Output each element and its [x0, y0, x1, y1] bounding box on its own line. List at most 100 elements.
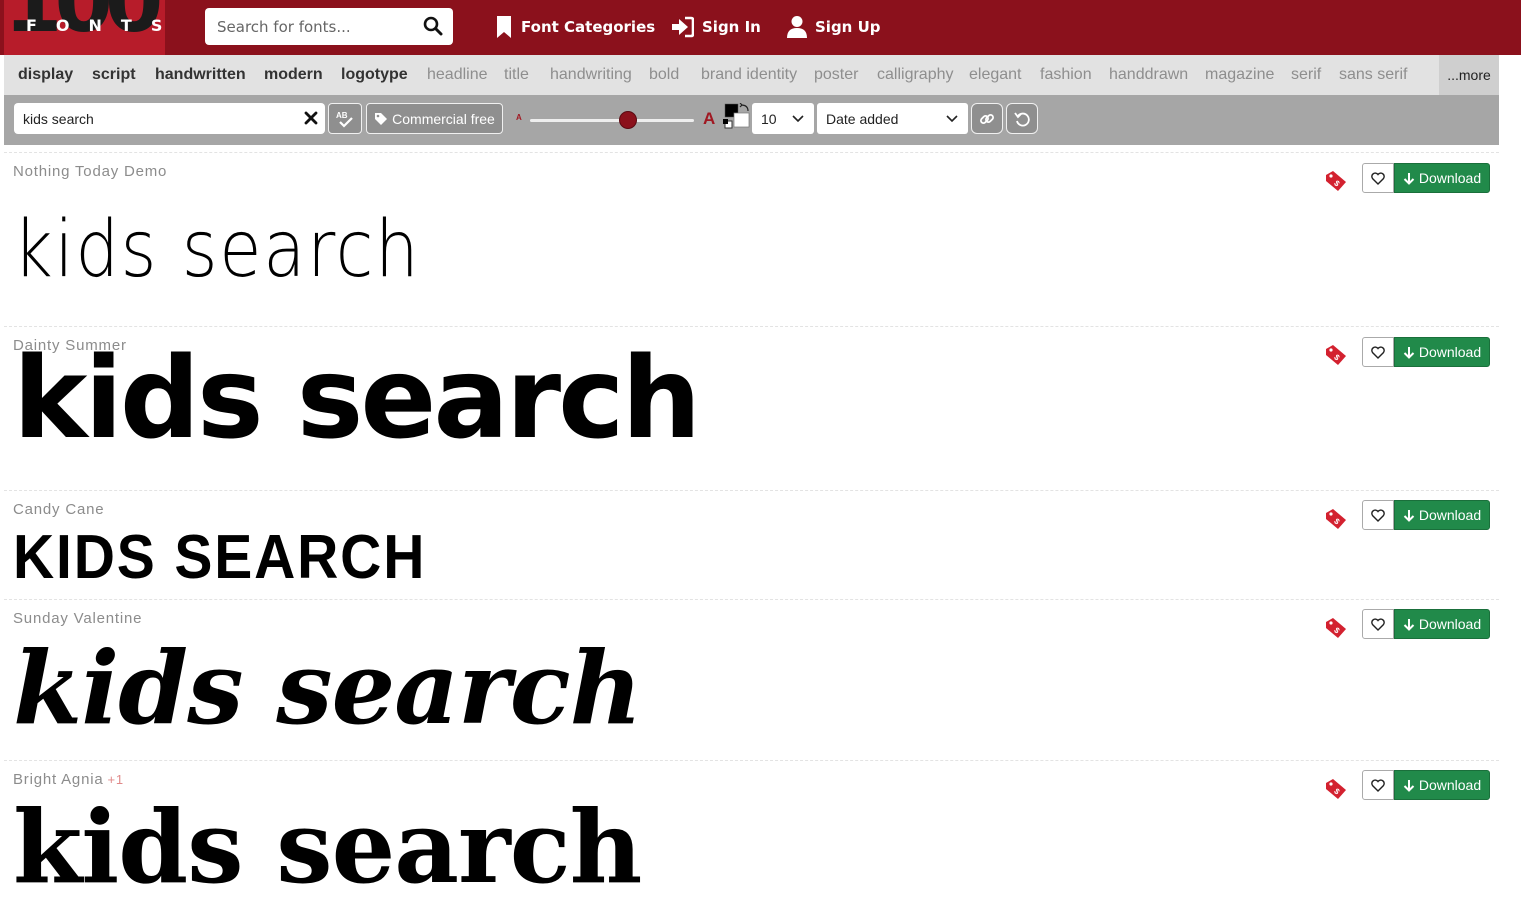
sort-select[interactable]: Date added: [817, 103, 968, 134]
tag-handwriting[interactable]: handwriting: [550, 66, 632, 84]
tag-elegant[interactable]: elegant: [969, 66, 1022, 84]
font-row: Bright Agnia +1 $ Download kids search: [4, 760, 1499, 897]
tag-display[interactable]: display: [18, 66, 73, 84]
link-icon: [980, 113, 994, 124]
search-icon[interactable]: [423, 16, 443, 36]
download-label: Download: [1418, 777, 1482, 793]
sort-value: Date added: [826, 110, 899, 127]
font-preview[interactable]: KIDS SEARCH: [13, 527, 426, 589]
download-label: Download: [1418, 170, 1482, 186]
arrow-down-icon: [1403, 172, 1415, 185]
tag-serif[interactable]: serif: [1291, 66, 1321, 84]
heart-icon: [1371, 508, 1385, 522]
font-row: Dainty Summer $ Download kids search: [4, 326, 1499, 490]
tag-headline[interactable]: headline: [427, 66, 488, 84]
arrow-down-icon: [1403, 618, 1415, 631]
heart-icon: [1371, 617, 1385, 631]
more-tags-button[interactable]: ...more: [1439, 55, 1499, 95]
arrow-down-icon: [1403, 779, 1415, 792]
favorite-button[interactable]: [1362, 500, 1394, 530]
font-name[interactable]: Candy Cane: [13, 501, 104, 518]
tag-modern[interactable]: modern: [264, 66, 323, 84]
download-label: Download: [1418, 507, 1482, 523]
tag-sans-serif[interactable]: sans serif: [1339, 66, 1407, 84]
category-tag-bar: display script handwritten modern logoty…: [4, 55, 1499, 95]
tag-handdrawn[interactable]: handdrawn: [1109, 66, 1188, 84]
heart-icon: [1371, 345, 1385, 359]
favorite-button[interactable]: [1362, 337, 1394, 367]
share-link-button[interactable]: [971, 103, 1003, 134]
tag-title[interactable]: title: [504, 66, 529, 84]
chevron-down-icon: [946, 115, 958, 123]
tag-brand-identity[interactable]: brand identity: [701, 66, 797, 84]
commercial-free-button[interactable]: Commercial free: [366, 103, 503, 134]
price-tag-icon[interactable]: $: [1324, 777, 1348, 801]
font-name-text: Bright Agnia: [13, 771, 104, 788]
chevron-down-icon: [792, 115, 804, 123]
spellcheck-button[interactable]: AB: [328, 103, 362, 134]
tag-handwritten[interactable]: handwritten: [155, 66, 246, 84]
tag-bold[interactable]: bold: [649, 66, 679, 84]
nav-sign-in[interactable]: Sign In: [670, 14, 761, 40]
price-tag-icon[interactable]: $: [1324, 169, 1348, 193]
nav-sign-in-label: Sign In: [702, 18, 761, 36]
download-label: Download: [1418, 344, 1482, 360]
arrow-down-icon: [1403, 346, 1415, 359]
font-row: Sunday Valentine $ Download kids search: [4, 599, 1499, 760]
favorite-button[interactable]: [1362, 163, 1394, 193]
clear-icon[interactable]: [303, 110, 319, 126]
price-tag-icon: [375, 112, 388, 125]
sign-in-icon: [672, 16, 694, 38]
color-swap-picker[interactable]: [722, 103, 752, 133]
size-big-label: A: [703, 109, 716, 128]
spellcheck-icon: AB: [336, 111, 353, 128]
tag-calligraphy[interactable]: calligraphy: [877, 66, 953, 84]
download-button[interactable]: Download: [1394, 770, 1490, 800]
preview-text-input[interactable]: [23, 109, 293, 129]
tag-magazine[interactable]: magazine: [1205, 66, 1274, 84]
filter-bar: AB Commercial free A A 10 Date added: [4, 95, 1499, 145]
top-navbar: 1001 FONTS Font Categories Sign In Sign …: [0, 0, 1521, 55]
site-logo[interactable]: 1001 FONTS: [4, 0, 165, 55]
favorite-button[interactable]: [1362, 609, 1394, 639]
logo-word: FONTS: [26, 16, 162, 35]
favorite-button[interactable]: [1362, 770, 1394, 800]
download-button[interactable]: Download: [1394, 609, 1490, 639]
download-button[interactable]: Download: [1394, 163, 1490, 193]
font-size-slider-track[interactable]: [530, 119, 694, 122]
site-search-input[interactable]: [217, 16, 413, 38]
nav-sign-up[interactable]: Sign Up: [787, 14, 881, 40]
undo-icon: [1014, 111, 1030, 126]
price-tag-icon[interactable]: $: [1324, 343, 1348, 367]
font-preview[interactable]: kids search: [13, 211, 420, 289]
price-tag-icon[interactable]: $: [1324, 616, 1348, 640]
font-count-badge: +1: [107, 772, 124, 787]
font-preview[interactable]: kids search: [13, 638, 642, 738]
font-preview[interactable]: kids search: [13, 797, 642, 897]
bookmark-icon: [497, 16, 511, 38]
tag-poster[interactable]: poster: [814, 66, 858, 84]
download-button[interactable]: Download: [1394, 500, 1490, 530]
font-row: Nothing Today Demo $ Download kids searc…: [4, 152, 1499, 326]
size-small-label: A: [516, 113, 522, 122]
heart-icon: [1371, 171, 1385, 185]
font-name[interactable]: Bright Agnia +1: [13, 771, 124, 788]
tag-logotype[interactable]: logotype: [341, 66, 408, 84]
user-icon: [787, 16, 807, 38]
per-page-select[interactable]: 10: [752, 103, 814, 134]
arrow-down-icon: [1403, 509, 1415, 522]
nav-sign-up-label: Sign Up: [815, 18, 881, 36]
font-name[interactable]: Sunday Valentine: [13, 610, 142, 627]
reset-button[interactable]: [1006, 103, 1038, 134]
font-row: Candy Cane $ Download KIDS SEARCH: [4, 490, 1499, 599]
nav-font-categories[interactable]: Font Categories: [495, 14, 655, 40]
download-button[interactable]: Download: [1394, 337, 1490, 367]
font-size-slider-handle[interactable]: [619, 111, 637, 129]
font-name[interactable]: Nothing Today Demo: [13, 163, 167, 180]
font-preview[interactable]: kids search: [13, 343, 701, 455]
tag-script[interactable]: script: [92, 66, 136, 84]
svg-text:AB: AB: [336, 111, 348, 120]
tag-fashion[interactable]: fashion: [1040, 66, 1092, 84]
price-tag-icon[interactable]: $: [1324, 507, 1348, 531]
download-label: Download: [1418, 616, 1482, 632]
